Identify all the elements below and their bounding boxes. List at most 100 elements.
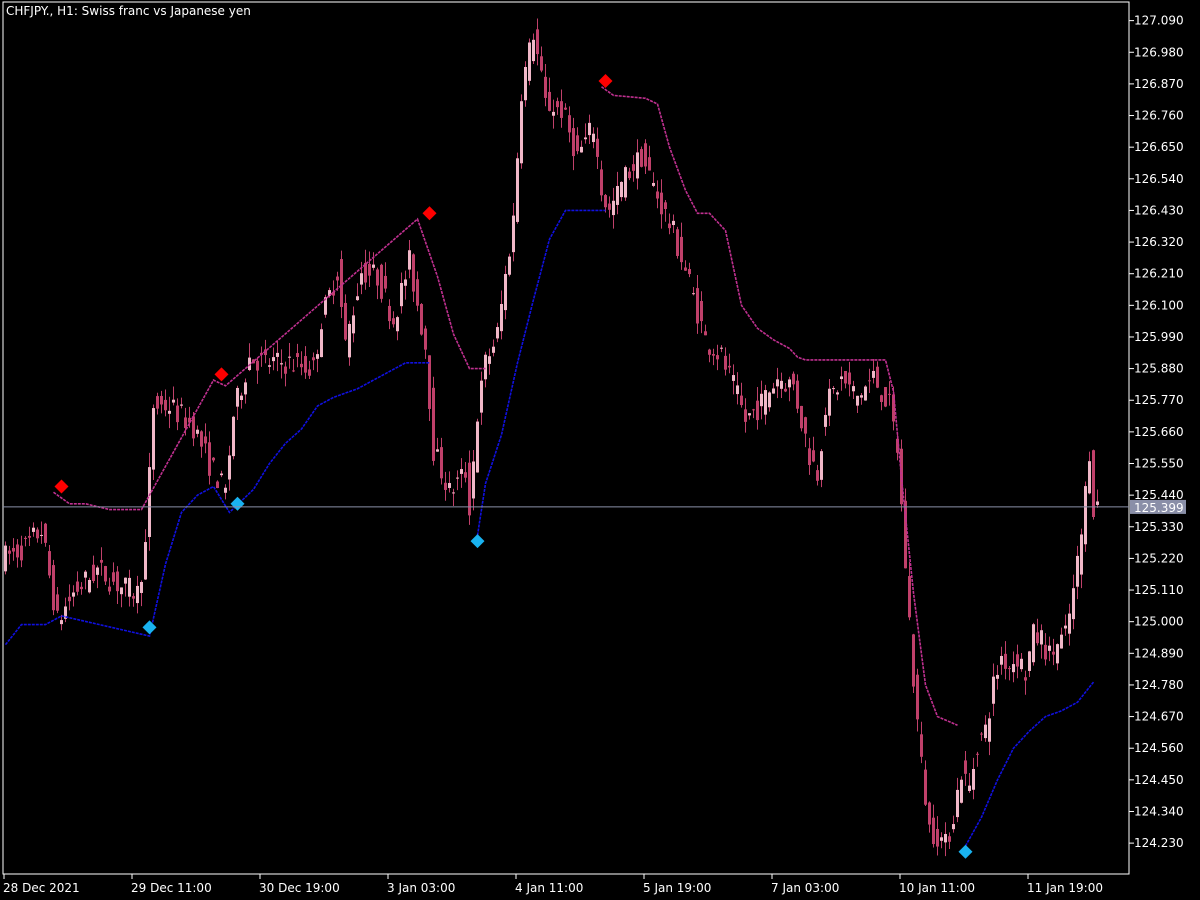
candle-body [728,366,731,368]
candle-body [584,137,587,139]
time-tick-label: 3 Jan 03:00 [387,881,455,895]
candle-body [292,370,295,371]
candle-body [12,548,15,552]
candle-body [764,390,767,415]
candle-body [380,265,383,299]
candle-body [356,296,359,300]
candle-body [464,472,467,477]
candle-body [168,411,171,414]
candle-body [408,250,411,269]
candle-body [684,267,687,270]
candle-body [664,202,667,209]
candle-body [376,269,379,285]
candle-body [160,396,163,404]
candle-body [996,675,999,679]
candle-body [400,283,403,306]
candle-body [612,201,615,215]
candle-body [920,734,923,756]
price-tick-label: 125.990 [1134,330,1184,344]
candle-body [776,379,779,386]
candle-body [824,415,827,427]
time-tick-label: 7 Jan 03:00 [771,881,839,895]
candle-body [736,385,739,394]
candle-body [180,405,183,406]
candle-body [860,395,863,397]
candle-body [516,158,519,222]
candle-body [440,447,443,478]
candle-body [96,568,99,575]
candle-body [280,363,283,364]
candle-body [796,381,799,409]
candle-body [724,356,727,370]
candle-body [136,586,139,603]
candle-body [108,587,111,592]
price-tick-label: 126.650 [1134,140,1184,154]
candle-body [656,191,659,198]
candle-body [112,572,115,581]
candle-body [716,355,719,359]
candle-body [784,389,787,392]
candle-body [456,478,459,479]
candle-body [672,221,675,225]
candle-body [568,115,571,132]
candle-body [144,542,147,579]
candle-body [952,824,955,829]
candle-body [84,572,87,578]
price-tick-label: 126.100 [1134,298,1184,312]
candle-body [1016,654,1019,666]
candle-body [100,560,103,563]
candle-body [744,409,747,422]
candle-body [228,455,231,479]
current-price-label: 125.399 [1134,501,1184,515]
candle-body [868,380,871,381]
candle-body [540,56,543,70]
candle-body [1044,645,1047,660]
candle-body [696,288,699,323]
candle-body [480,381,483,413]
candle-body [80,587,83,589]
candle-body [548,92,551,111]
candle-body [104,566,107,581]
candle-body [20,546,23,561]
candle-body [564,108,567,110]
candle-body [268,365,271,367]
price-tick-label: 124.560 [1134,741,1184,755]
candle-body [704,331,707,335]
candle-body [956,790,959,817]
candle-body [1084,486,1087,544]
candle-body [524,67,527,100]
candle-body [1064,626,1067,629]
candle-body [472,461,475,498]
price-tick-label: 124.340 [1134,804,1184,818]
candle-body [908,576,911,617]
candle-body [808,448,811,465]
candle-body [876,367,879,388]
candle-body [396,317,399,331]
candle-body [660,193,663,215]
time-tick-label: 5 Jan 19:00 [643,881,711,895]
candle-body [1088,461,1091,493]
candle-body [504,274,507,310]
candle-body [92,565,95,581]
candle-body [604,195,607,207]
candle-body [680,237,683,262]
candle-body [436,449,439,451]
candle-body [232,417,235,456]
candle-body [476,422,479,473]
candle-body [1096,501,1099,504]
candle-body [1060,635,1063,649]
candle-body [832,388,835,389]
candle-body [852,386,855,391]
candle-body [816,470,819,481]
candle-body [192,416,195,438]
candle-body [512,216,515,253]
candle-body [216,482,219,488]
candle-body [1004,654,1007,669]
candle-body [392,318,395,324]
candle-body [712,354,715,356]
candle-body [1072,588,1075,619]
candle-body [880,395,883,402]
candle-body [344,303,347,340]
candle-body [964,760,967,773]
price-chart[interactable]: 127.090126.980126.870126.760126.650126.5… [0,0,1200,900]
